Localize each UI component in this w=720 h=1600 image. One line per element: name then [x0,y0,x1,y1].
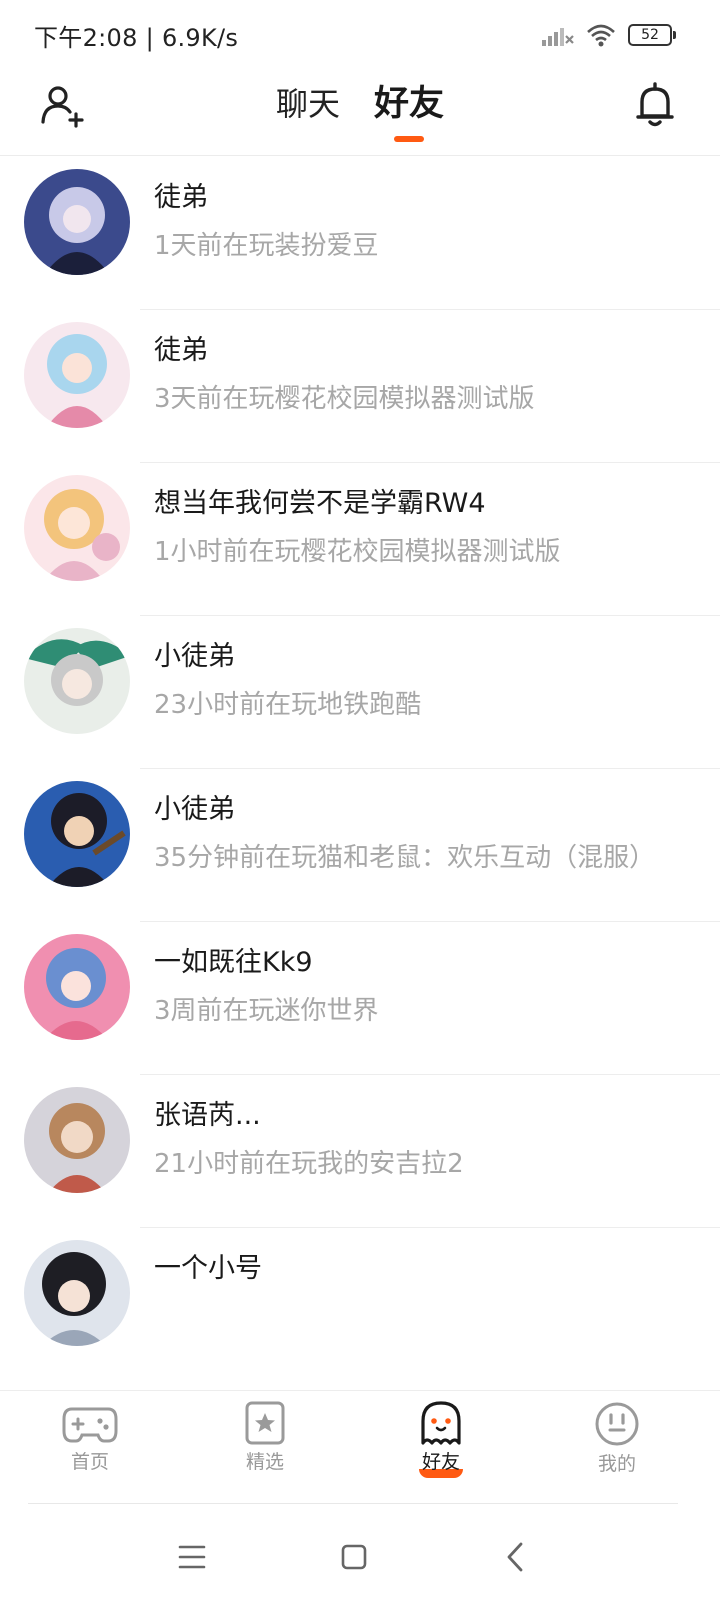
friend-list: 徒弟 1天前在玩装扮爱豆 徒弟 3天前在玩樱花校园模拟器测试版 想当年我何尝不是… [0,157,720,1381]
tab-chat-label: 聊天 [275,85,340,123]
nav-me-label: 我的 [597,1453,636,1475]
star-card-icon [245,1401,285,1445]
back-button[interactable] [494,1535,538,1579]
battery-icon: 52 [628,24,676,46]
friend-row[interactable]: 一如既往Kk9 3周前在玩迷你世界 [0,922,720,1075]
nav-friends[interactable]: 好友 [381,1401,501,1478]
active-tab-indicator [394,136,424,142]
recent-apps-button[interactable] [170,1535,214,1579]
friend-name: 小徒弟 [154,641,235,672]
notifications-button[interactable] [630,80,680,130]
avatar[interactable] [24,322,130,428]
nav-home[interactable]: 首页 [30,1401,150,1474]
friend-activity: 1小时前在玩樱花校园模拟器测试版 [154,537,561,567]
bottom-nav: 首页 精选 好友 我的 [0,1390,720,1504]
divider [28,1503,678,1504]
ghost-icon [421,1401,461,1445]
status-time-speed: 下午2:08 | 6.9K/s [34,24,239,52]
status-bar: 下午2:08 | 6.9K/s 52 [0,0,720,66]
nav-featured-label: 精选 [245,1451,284,1473]
friend-activity: 35分钟前在玩猫和老鼠：欢乐互动（混服） [154,843,656,873]
nav-featured[interactable]: 精选 [205,1401,325,1474]
avatar[interactable] [24,781,130,887]
friend-row[interactable]: 小徒弟 35分钟前在玩猫和老鼠：欢乐互动（混服） [0,769,720,922]
tab-friends-label: 好友 [374,84,445,124]
top-header: 聊天 好友 [0,66,720,156]
avatar[interactable] [24,934,130,1040]
friend-activity: 1天前在玩装扮爱豆 [154,231,379,261]
friend-name: 张语芮... [154,1100,261,1131]
square-icon [341,1544,367,1570]
status-icons: 52 [542,20,676,50]
friend-activity: 3天前在玩樱花校园模拟器测试版 [154,384,535,414]
avatar[interactable] [24,628,130,734]
smiley-icon [595,1402,639,1446]
nav-home-label: 首页 [70,1451,109,1473]
avatar[interactable] [24,475,130,581]
friend-name: 想当年我何尝不是学霸RW4 [154,488,486,519]
friend-row[interactable]: 一个小号 [0,1228,720,1381]
avatar[interactable] [24,1240,130,1346]
friend-row[interactable]: 张语芮... 21小时前在玩我的安吉拉2 [0,1075,720,1228]
system-nav-bar [0,1505,720,1600]
friend-name: 一个小号 [154,1253,262,1284]
bell-icon [636,82,674,127]
tab-friends[interactable]: 好友 [374,80,444,142]
nav-friends-label: 好友 [421,1451,460,1473]
friend-name: 小徒弟 [154,794,235,825]
gamepad-icon [62,1407,118,1443]
friend-activity: 21小时前在玩我的安吉拉2 [154,1149,464,1179]
avatar[interactable] [24,1087,130,1193]
friend-name: 徒弟 [154,335,208,366]
friend-activity: 23小时前在玩地铁跑酷 [154,690,422,720]
friend-name: 徒弟 [154,182,208,213]
friend-row[interactable]: 小徒弟 23小时前在玩地铁跑酷 [0,616,720,769]
friend-activity: 3周前在玩迷你世界 [154,996,379,1026]
friend-name: 一如既往Kk9 [154,947,313,978]
signal-icon [542,28,574,46]
tab-chat[interactable]: 聊天 [276,80,340,142]
menu-icon [178,1545,206,1569]
home-button[interactable] [332,1535,376,1579]
tab-bar: 聊天 好友 [0,80,720,142]
avatar[interactable] [24,169,130,275]
nav-me[interactable]: 我的 [557,1401,677,1476]
friend-row[interactable]: 想当年我何尝不是学霸RW4 1小时前在玩樱花校园模拟器测试版 [0,463,720,616]
back-chevron-icon [507,1542,523,1572]
friend-row[interactable]: 徒弟 1天前在玩装扮爱豆 [0,157,720,310]
wifi-icon [587,24,615,47]
friend-row[interactable]: 徒弟 3天前在玩樱花校园模拟器测试版 [0,310,720,463]
